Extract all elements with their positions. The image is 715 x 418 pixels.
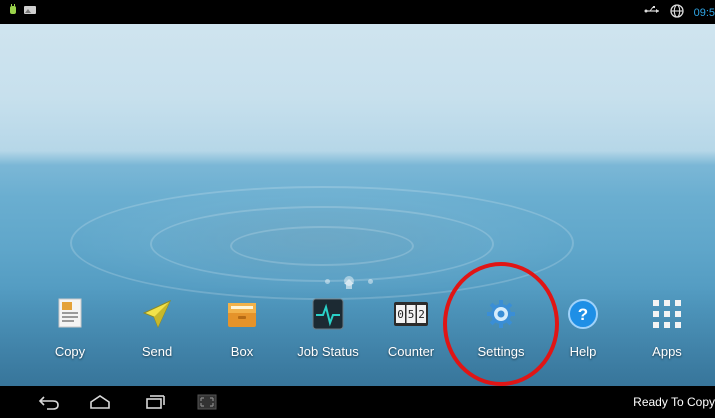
gallery-notification-icon [24,5,36,18]
app-label: Send [141,344,173,359]
status-bar: 09:5 [0,0,715,24]
android-notification-icon [8,4,18,19]
page-dot [368,278,373,284]
page-dot [325,278,330,284]
apps-grid-icon [649,296,685,332]
heartbeat-monitor-icon [310,296,346,332]
counter-digits-icon: 0 5 2 [393,296,429,332]
svg-text:2: 2 [418,308,425,321]
screenshot-icon [197,394,217,410]
svg-text:5: 5 [408,308,415,321]
app-label: Copy [54,344,86,359]
settings-highlight-ring [443,262,559,386]
back-arrow-icon [38,396,59,410]
device-status-text: Ready To Copy [633,395,715,409]
water-ripple [230,226,414,266]
app-apps[interactable]: Apps [625,296,709,376]
clock-text: 09:5 [693,6,715,19]
svg-text:0: 0 [397,308,404,321]
app-label: Counter [387,344,435,359]
page-indicator [325,276,373,289]
navigation-bar: Ready To Copy [0,386,715,418]
home-page-dot-icon [344,276,354,289]
screenshot-button[interactable] [192,392,222,412]
back-button[interactable] [34,392,64,412]
home-icon [90,395,110,409]
help-question-icon: ? [565,296,601,332]
status-right: 09:5 [644,4,715,21]
paper-plane-icon [139,296,175,332]
app-label: Box [230,344,254,359]
usb-icon [644,5,660,20]
recent-apps-icon [146,395,165,409]
app-send[interactable]: Send [115,296,199,376]
svg-text:?: ? [578,305,588,324]
folder-box-icon [224,296,260,332]
app-label: Help [569,344,597,359]
copy-icon [52,296,88,332]
app-counter[interactable]: 0 5 2 Counter [369,296,453,376]
home-button[interactable] [85,392,115,412]
app-label: Job Status [297,344,359,359]
recent-apps-button[interactable] [140,392,170,412]
globe-icon [669,4,684,21]
app-job-status[interactable]: Job Status [286,296,370,376]
app-copy[interactable]: Copy [28,296,112,376]
status-left [8,4,36,19]
app-box[interactable]: Box [200,296,284,376]
app-label: Apps [652,344,682,359]
